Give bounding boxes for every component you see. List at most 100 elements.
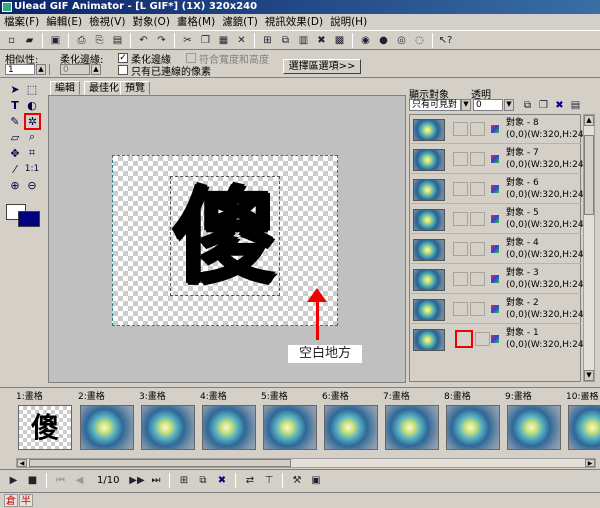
ime-indicator[interactable]: 倉 bbox=[4, 494, 18, 507]
visibility-toggle[interactable] bbox=[453, 122, 468, 136]
selection-options-button[interactable]: 選擇區選項>> bbox=[283, 59, 361, 74]
scroll-left-icon[interactable]: ◀ bbox=[17, 459, 27, 467]
lock-toggle[interactable] bbox=[475, 332, 490, 346]
menu-filter[interactable]: 濾鏡(T) bbox=[222, 14, 258, 29]
list-item[interactable]: 對象 - 6 (0,0)(W:320,H:240) bbox=[411, 176, 593, 204]
delete-icon[interactable]: ✕ bbox=[234, 33, 249, 48]
transparency-spin-icon[interactable]: ▼ bbox=[504, 99, 514, 111]
fit-size-checkbox[interactable] bbox=[186, 53, 196, 63]
lock-toggle[interactable] bbox=[470, 302, 485, 316]
frame-thumbnail[interactable]: 10:畫格 bbox=[566, 392, 600, 454]
marquee-icon[interactable]: ⬚ bbox=[25, 82, 39, 96]
list-item[interactable]: 對象 - 2 (0,0)(W:320,H:240) bbox=[411, 296, 593, 324]
object-list-scrollbar[interactable]: ▲ ▼ bbox=[583, 114, 595, 382]
eyedropper-icon[interactable]: ⁄ bbox=[8, 162, 22, 176]
last-frame-icon[interactable]: ⏭ bbox=[148, 473, 163, 488]
open-folder-icon[interactable]: ▰ bbox=[22, 33, 37, 48]
menu-help[interactable]: 說明(H) bbox=[330, 14, 367, 29]
object-properties-icon[interactable]: ▤ bbox=[568, 98, 583, 113]
visibility-toggle[interactable] bbox=[455, 330, 473, 348]
tab-optimize[interactable]: 最佳化 bbox=[84, 81, 124, 95]
eraser-icon[interactable]: ▱ bbox=[8, 130, 22, 144]
redo-icon[interactable]: ↷ bbox=[154, 33, 169, 48]
undo-icon[interactable]: ↶ bbox=[136, 33, 151, 48]
scroll-thumb[interactable] bbox=[29, 459, 291, 467]
frame-thumbnail[interactable]: 3:畫格 bbox=[139, 392, 199, 454]
menu-object[interactable]: 對象(O) bbox=[132, 14, 169, 29]
list-item[interactable]: 對象 - 3 (0,0)(W:320,H:240) bbox=[411, 266, 593, 294]
duplicate-frame-icon[interactable]: ⧉ bbox=[195, 473, 210, 488]
feather-input[interactable]: 0 bbox=[60, 64, 90, 75]
frame-thumbnail[interactable]: 7:畫格 bbox=[383, 392, 443, 454]
menu-edit[interactable]: 編輯(E) bbox=[46, 14, 82, 29]
lock-toggle[interactable] bbox=[470, 152, 485, 166]
tools-icon[interactable]: ⚒ bbox=[289, 473, 304, 488]
tween-icon[interactable]: ⇄ bbox=[242, 473, 257, 488]
preview-icon[interactable]: ◌ bbox=[412, 33, 427, 48]
next-frame-icon[interactable]: ▶▶ bbox=[129, 473, 144, 488]
tab-preview[interactable]: 預覽 bbox=[120, 81, 150, 95]
frame-strip-scrollbar[interactable]: ◀ ▶ bbox=[16, 458, 596, 468]
stop-icon[interactable]: ■ bbox=[25, 473, 40, 488]
lock-toggle[interactable] bbox=[470, 242, 485, 256]
actual-size-icon[interactable]: 1:1 bbox=[25, 162, 39, 176]
copy-object-icon[interactable]: ❐ bbox=[536, 98, 551, 113]
lock-toggle[interactable] bbox=[470, 182, 485, 196]
feather-spin-icon[interactable]: ▲ bbox=[91, 64, 101, 75]
lock-toggle[interactable] bbox=[470, 212, 485, 226]
frame-thumbnail[interactable]: 6:畫格 bbox=[322, 392, 382, 454]
menu-video-effects[interactable]: 視訊效果(D) bbox=[265, 14, 323, 29]
lock-toggle[interactable] bbox=[470, 122, 485, 136]
add-frame-icon[interactable]: ⊞ bbox=[260, 33, 275, 48]
delete-object-icon[interactable]: ✖ bbox=[552, 98, 567, 113]
import-icon[interactable]: ⎙ bbox=[74, 33, 89, 48]
frame-thumbnail[interactable]: 9:畫格 bbox=[505, 392, 565, 454]
hand-icon[interactable]: ✥ bbox=[8, 146, 22, 160]
ime-width-indicator[interactable]: 半 bbox=[19, 494, 33, 507]
frame-properties-icon[interactable]: ▥ bbox=[296, 33, 311, 48]
list-item[interactable]: 對象 - 1 (0,0)(W:320,H:240) bbox=[411, 326, 593, 354]
wizard-icon[interactable]: ▩ bbox=[332, 33, 347, 48]
visibility-toggle[interactable] bbox=[453, 212, 468, 226]
transparency-input[interactable]: 0 bbox=[473, 99, 503, 111]
visibility-toggle[interactable] bbox=[453, 242, 468, 256]
list-item[interactable]: 對象 - 4 (0,0)(W:320,H:240) bbox=[411, 236, 593, 264]
frame-thumbnail[interactable]: 8:畫格 bbox=[444, 392, 504, 454]
export-icon[interactable]: ⎘ bbox=[92, 33, 107, 48]
list-item[interactable]: 對象 - 5 (0,0)(W:320,H:240) bbox=[411, 206, 593, 234]
new-file-icon[interactable]: ▫ bbox=[4, 33, 19, 48]
copy-icon[interactable]: ❐ bbox=[198, 33, 213, 48]
optimize-icon[interactable]: ◎ bbox=[394, 33, 409, 48]
contiguous-checkbox[interactable] bbox=[118, 65, 128, 75]
canvas-glyph[interactable]: 傻 bbox=[170, 176, 280, 297]
save-icon[interactable]: ▣ bbox=[48, 33, 63, 48]
show-objects-select[interactable]: 只有可見對 bbox=[409, 99, 461, 111]
paintbrush-icon[interactable]: ✎ bbox=[8, 114, 22, 128]
tolerance-spin-icon[interactable]: ▲ bbox=[36, 64, 46, 75]
delete-frame-icon[interactable]: ✖ bbox=[214, 473, 229, 488]
previous-frame-icon[interactable]: ◀ bbox=[72, 473, 87, 488]
text-tool-icon[interactable]: T bbox=[8, 98, 22, 112]
globe-icon[interactable]: ◉ bbox=[358, 33, 373, 48]
new-object-icon[interactable]: ⧉ bbox=[520, 98, 535, 113]
frame-properties-icon[interactable]: ▣ bbox=[308, 473, 323, 488]
menu-view[interactable]: 檢視(V) bbox=[89, 14, 125, 29]
print-icon[interactable]: ▤ bbox=[110, 33, 125, 48]
visibility-toggle[interactable] bbox=[453, 152, 468, 166]
background-color-swatch[interactable] bbox=[18, 211, 40, 227]
effect-icon[interactable]: ● bbox=[376, 33, 391, 48]
scroll-right-icon[interactable]: ▶ bbox=[585, 459, 595, 467]
frame-thumbnail[interactable]: 1:畫格 傻 bbox=[16, 392, 76, 454]
magnifier-icon[interactable]: ⌕ bbox=[25, 130, 39, 144]
add-frame-icon[interactable]: ⊞ bbox=[176, 473, 191, 488]
help-pointer-icon[interactable]: ↖? bbox=[438, 33, 453, 48]
scroll-thumb[interactable] bbox=[584, 135, 594, 215]
list-item[interactable]: 對象 - 7 (0,0)(W:320,H:240) bbox=[411, 146, 593, 174]
zoom-out-icon[interactable]: ⊖ bbox=[25, 178, 39, 192]
cut-icon[interactable]: ✂ bbox=[180, 33, 195, 48]
menu-file[interactable]: 檔案(F) bbox=[4, 14, 39, 29]
tab-edit[interactable]: 編輯 bbox=[50, 81, 80, 95]
tools-icon[interactable]: ✖ bbox=[314, 33, 329, 48]
visibility-toggle[interactable] bbox=[453, 302, 468, 316]
scroll-up-icon[interactable]: ▲ bbox=[584, 115, 594, 126]
